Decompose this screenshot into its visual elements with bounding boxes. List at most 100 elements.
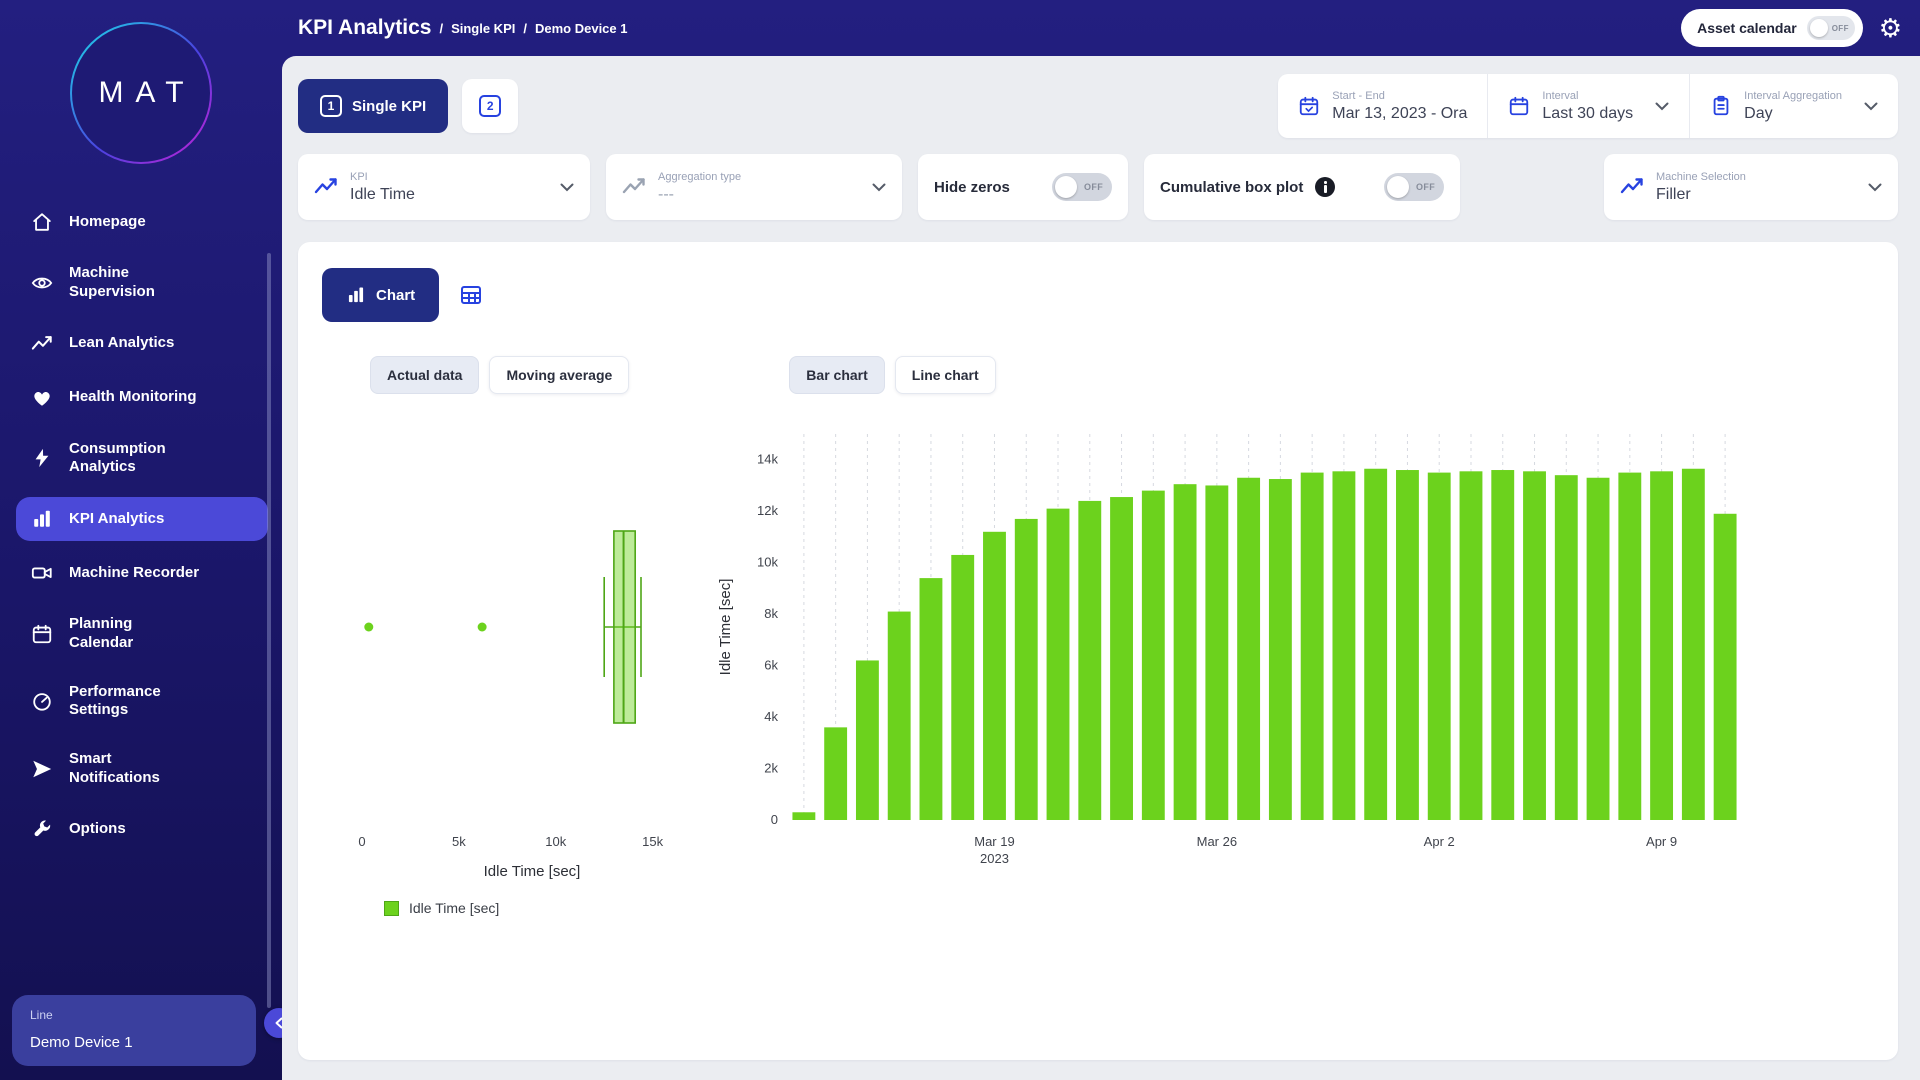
sidebar-item-smart-notifications[interactable]: Smart Notifications: [16, 740, 268, 798]
breadcrumb-separator: /: [439, 21, 443, 36]
breadcrumb-single-kpi[interactable]: Single KPI: [451, 21, 515, 36]
line-chart-chip[interactable]: Line chart: [895, 356, 996, 394]
bar[interactable]: [1555, 475, 1578, 820]
sidebar-item-health-monitoring[interactable]: Health Monitoring: [16, 376, 268, 420]
bar[interactable]: [1205, 485, 1228, 820]
bar[interactable]: [1460, 471, 1483, 820]
device-card[interactable]: Line Demo Device 1: [12, 995, 256, 1066]
calendar-icon: [1508, 95, 1530, 117]
bar[interactable]: [1301, 473, 1324, 820]
bar[interactable]: [1174, 484, 1197, 820]
app-logo: MAT: [70, 22, 212, 164]
single-kpi-label: Single KPI: [352, 98, 426, 115]
bar[interactable]: [1047, 509, 1070, 820]
bar[interactable]: [824, 727, 847, 820]
bar[interactable]: [1269, 479, 1292, 820]
clipboard-icon: [1710, 95, 1732, 117]
wrench-icon: [30, 818, 54, 842]
bar-chart-chip[interactable]: Bar chart: [789, 356, 884, 394]
sidebar-item-machine-recorder[interactable]: Machine Recorder: [16, 551, 268, 595]
x-tick-label: Mar 26: [1197, 834, 1237, 849]
bar[interactable]: [1237, 478, 1260, 820]
actual-data-chip[interactable]: Actual data: [370, 356, 479, 394]
legend-swatch-idle-time: [384, 901, 399, 916]
bar[interactable]: [1650, 471, 1673, 820]
hide-zeros-card: Hide zeros OFF: [918, 154, 1128, 220]
bar-chart[interactable]: 02k4k6k8k10k12k14kMar 192023Mar 26Apr 2A…: [714, 416, 1814, 886]
bar[interactable]: [983, 532, 1006, 820]
trend-icon: [622, 175, 646, 199]
bar[interactable]: [1428, 473, 1451, 820]
y-tick-label: 4k: [764, 709, 778, 724]
table-icon: [459, 283, 483, 307]
bar[interactable]: [1618, 473, 1641, 820]
kpi-select[interactable]: KPI Idle Time: [298, 154, 590, 220]
sidebar-item-lean-analytics[interactable]: Lean Analytics: [16, 322, 268, 366]
bar[interactable]: [1142, 491, 1165, 820]
machine-selection-select[interactable]: Machine Selection Filler: [1604, 154, 1898, 220]
outlier-point[interactable]: [364, 623, 373, 632]
sidebar-item-consumption-analytics[interactable]: Consumption Analytics: [16, 430, 268, 488]
start-end-picker[interactable]: Start - End Mar 13, 2023 - Ora: [1278, 74, 1487, 138]
sidebar-item-performance-settings[interactable]: Performance Settings: [16, 673, 268, 731]
bar[interactable]: [1491, 470, 1514, 820]
outlier-point[interactable]: [478, 623, 487, 632]
table-view-button[interactable]: [459, 283, 483, 307]
bar[interactable]: [1364, 469, 1387, 820]
bar[interactable]: [856, 660, 879, 820]
bar-chart-icon: [346, 285, 366, 305]
bar[interactable]: [1078, 501, 1101, 820]
start-end-value: Mar 13, 2023 - Ora: [1332, 105, 1467, 123]
settings-gear-icon[interactable]: ⚙: [1879, 15, 1902, 41]
bar[interactable]: [1523, 471, 1546, 820]
interval-select[interactable]: Interval Last 30 days: [1487, 74, 1689, 138]
aggregation-type-select[interactable]: Aggregation type ---: [606, 154, 902, 220]
x-tick-label: 0: [358, 834, 365, 849]
single-kpi-icon: 1: [320, 95, 342, 117]
toggle-state-label: OFF: [1832, 24, 1849, 33]
chart-tab-button[interactable]: Chart: [322, 268, 439, 322]
asset-calendar-toggle-pill[interactable]: Asset calendar OFF: [1681, 9, 1863, 47]
sidebar-item-planning-calendar[interactable]: Planning Calendar: [16, 605, 268, 663]
sidebar-scrollbar[interactable]: [267, 253, 271, 1008]
bar[interactable]: [951, 555, 974, 820]
boxplot-chart[interactable]: 05k10k15kIdle Time [sec]: [322, 416, 702, 886]
moving-average-chip[interactable]: Moving average: [489, 356, 629, 394]
bar[interactable]: [792, 812, 815, 820]
bar[interactable]: [888, 612, 911, 820]
asset-calendar-toggle[interactable]: OFF: [1807, 16, 1855, 40]
y-tick-label: 12k: [757, 503, 778, 518]
bar[interactable]: [1396, 470, 1419, 820]
sidebar-item-label: Health Monitoring: [69, 388, 219, 407]
chart-legend[interactable]: Idle Time [sec]: [384, 900, 1874, 916]
y-tick-label: 14k: [757, 452, 778, 467]
interval-value: Last 30 days: [1542, 105, 1633, 123]
x-axis-label: Idle Time [sec]: [484, 863, 581, 880]
bar[interactable]: [1332, 471, 1355, 820]
interval-aggregation-select[interactable]: Interval Aggregation Day: [1689, 74, 1898, 138]
toggle-state-label: OFF: [1416, 182, 1435, 192]
bar[interactable]: [1015, 519, 1038, 820]
breadcrumb-device[interactable]: Demo Device 1: [535, 21, 628, 36]
bolt-icon: [30, 446, 54, 470]
info-icon[interactable]: [1315, 177, 1335, 197]
sidebar-item-kpi-analytics[interactable]: KPI Analytics: [16, 497, 268, 541]
bar[interactable]: [1682, 469, 1705, 820]
y-tick-label: 2k: [764, 761, 778, 776]
bar[interactable]: [1587, 478, 1610, 820]
chevron-down-icon: [1655, 102, 1669, 111]
hide-zeros-toggle[interactable]: OFF: [1052, 173, 1112, 201]
bar[interactable]: [920, 578, 943, 820]
cumulative-box-plot-toggle[interactable]: OFF: [1384, 173, 1444, 201]
sidebar-item-homepage[interactable]: Homepage: [16, 200, 268, 244]
sidebar-item-options[interactable]: Options: [16, 808, 268, 852]
sidebar-item-machine-supervision[interactable]: Machine Supervision: [16, 254, 268, 312]
bar[interactable]: [1714, 514, 1737, 820]
multi-kpi-button[interactable]: 2: [462, 79, 518, 133]
interval-label: Interval: [1542, 90, 1633, 102]
sidebar-item-label: Lean Analytics: [69, 334, 219, 353]
home-icon: [30, 210, 54, 234]
x-tick-label: Apr 2: [1424, 834, 1455, 849]
bar[interactable]: [1110, 497, 1133, 820]
single-kpi-button[interactable]: 1 Single KPI: [298, 79, 448, 133]
